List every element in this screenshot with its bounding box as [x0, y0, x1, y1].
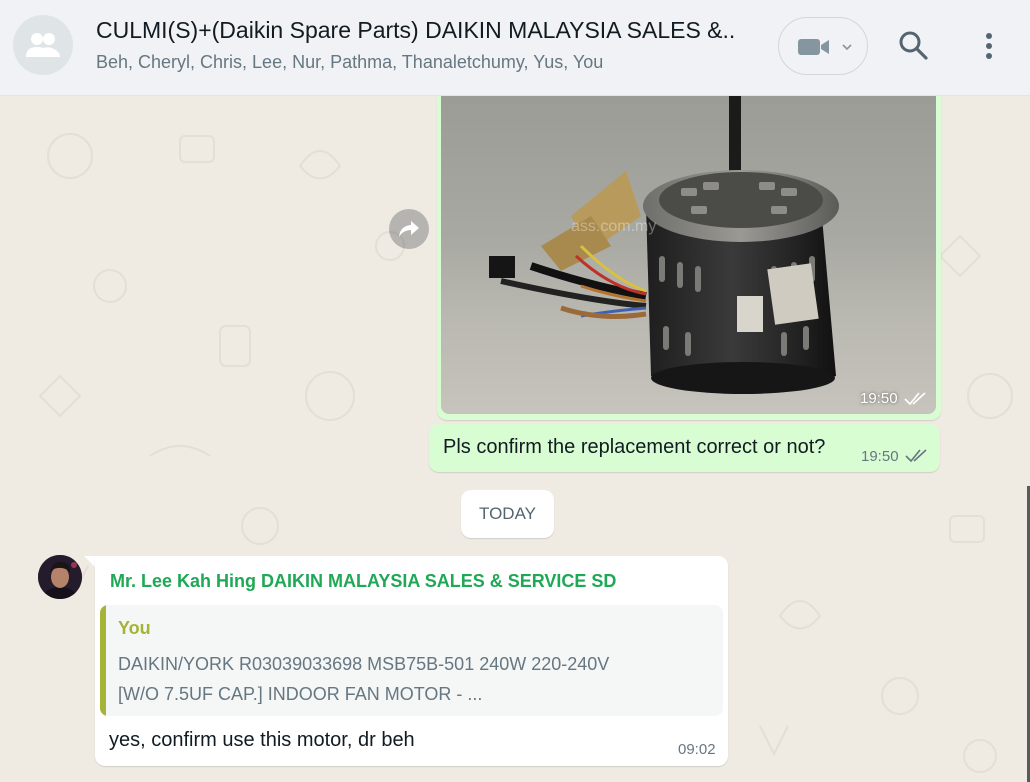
- group-avatar-icon[interactable]: [13, 15, 73, 75]
- outgoing-message-bubble[interactable]: Pls confirm the replacement correct or n…: [429, 424, 940, 472]
- chevron-down-icon: [842, 44, 852, 51]
- video-call-button[interactable]: [778, 17, 868, 75]
- more-options-icon[interactable]: [978, 30, 1000, 62]
- message-photo[interactable]: ass.com.my: [441, 96, 936, 414]
- chat-header[interactable]: CULMI(S)+(Daikin Spare Parts) DAIKIN MAL…: [0, 0, 1030, 96]
- message-text: yes, confirm use this motor, dr beh: [109, 729, 415, 751]
- chat-participants[interactable]: Beh, Cheryl, Chris, Lee, Nur, Pathma, Th…: [96, 52, 736, 73]
- image-message-time: 19:50: [860, 390, 898, 407]
- forward-button[interactable]: [389, 209, 429, 249]
- message-text: Pls confirm the replacement correct or n…: [443, 436, 826, 458]
- quoted-message[interactable]: You DAIKIN/YORK R03039033698 MSB75B-501 …: [100, 605, 723, 716]
- message-time: 19:50: [861, 448, 899, 465]
- forward-icon: [399, 221, 419, 237]
- read-receipt-icon: [905, 449, 927, 463]
- date-separator: TODAY: [461, 490, 554, 538]
- message-time: 09:02: [678, 741, 716, 758]
- quote-text: DAIKIN/YORK R03039033698 MSB75B-501 240W…: [118, 654, 610, 704]
- video-call-icon: [798, 39, 829, 55]
- chat-title[interactable]: CULMI(S)+(Daikin Spare Parts) DAIKIN MAL…: [96, 17, 736, 44]
- search-icon[interactable]: [898, 30, 928, 60]
- read-receipt-icon: [904, 392, 926, 406]
- sender-name[interactable]: Mr. Lee Kah Hing DAIKIN MALAYSIA SALES &…: [110, 571, 616, 592]
- image-watermark: ass.com.my: [571, 218, 656, 235]
- sender-avatar[interactable]: [38, 555, 82, 599]
- quote-author: You: [118, 618, 151, 638]
- quote-accent-bar: [100, 605, 106, 716]
